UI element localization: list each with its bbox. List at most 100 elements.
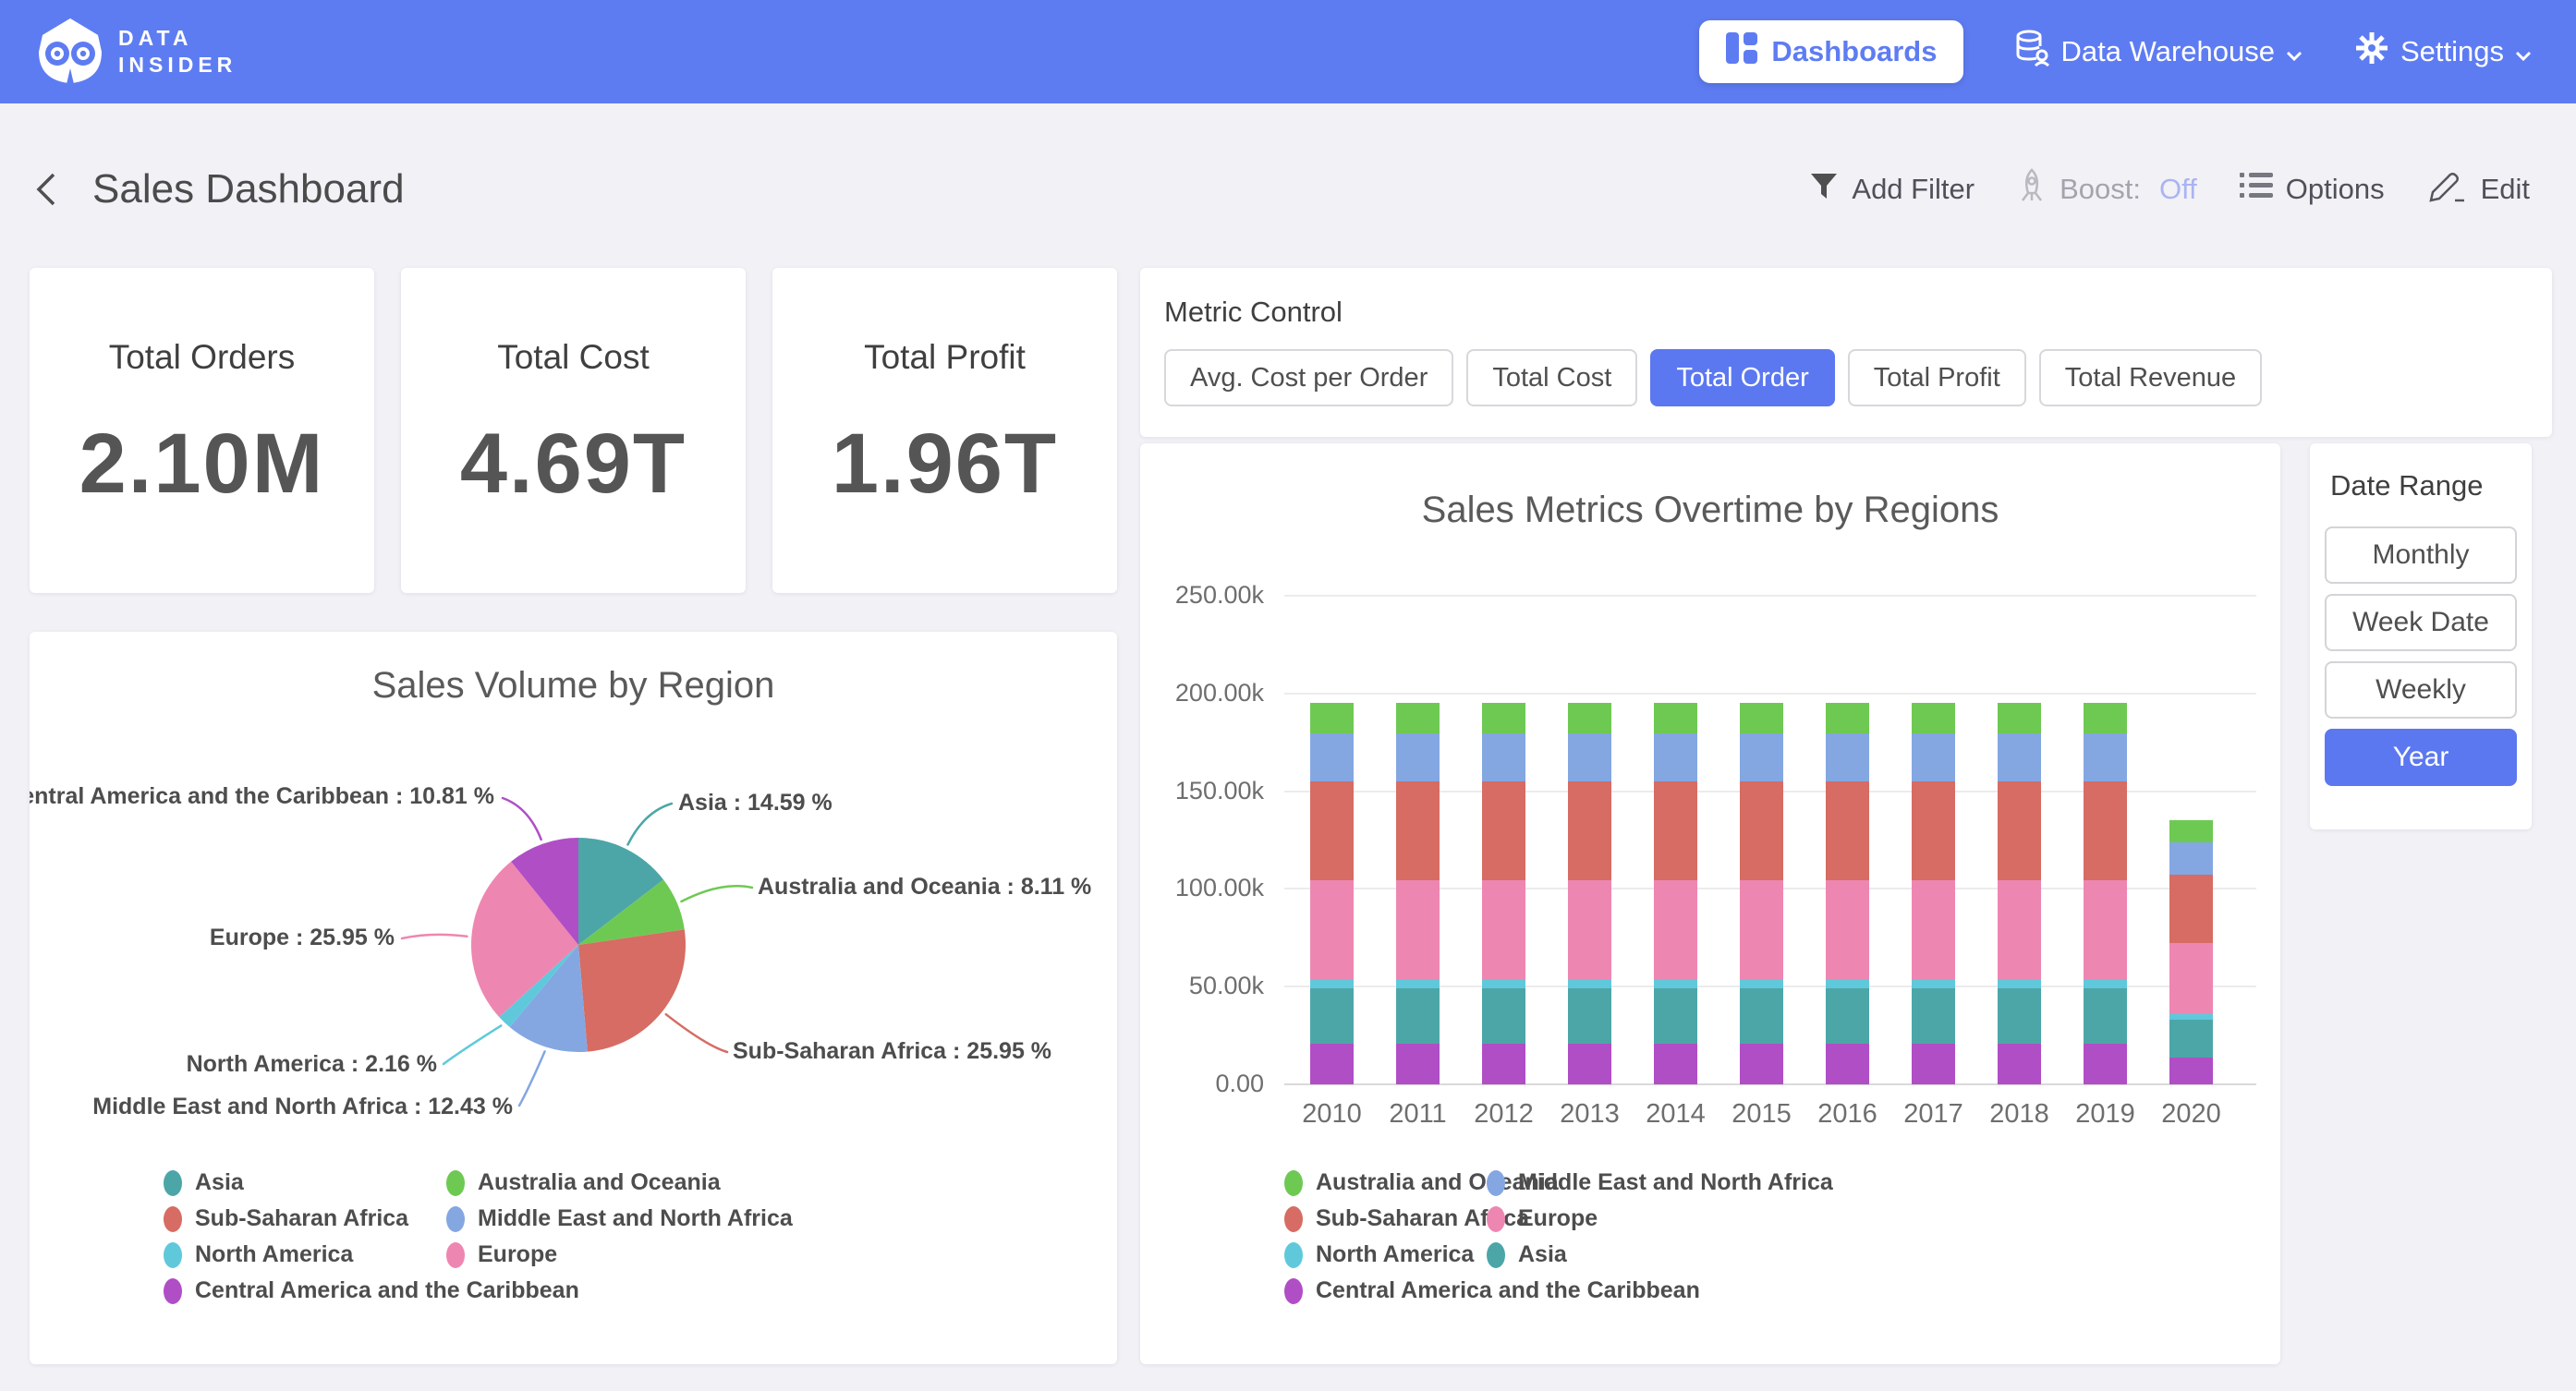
bar-segment-australia-and-oceania[interactable] [1826, 703, 1869, 734]
bar-segment-europe[interactable] [1740, 880, 1783, 980]
stacked-bar-2012[interactable] [1482, 703, 1525, 1084]
nav-item-dashboards[interactable]: Dashboards [1699, 20, 1962, 83]
date-range-option-monthly[interactable]: Monthly [2325, 526, 2517, 584]
metric-option-total-profit[interactable]: Total Profit [1848, 349, 2026, 406]
bar-segment-europe[interactable] [1482, 880, 1525, 980]
legend-item-asia[interactable]: Asia [1487, 1237, 1833, 1273]
legend-item-australia-and-oceania[interactable]: Australia and Oceania [446, 1165, 793, 1201]
bar-segment-australia-and-oceania[interactable] [1740, 703, 1783, 734]
bar-segment-australia-and-oceania[interactable] [1998, 703, 2041, 734]
bar-segment-australia-and-oceania[interactable] [1396, 703, 1440, 734]
bar-segment-europe[interactable] [2169, 943, 2213, 1014]
bar-segment-central-america-and-the-caribbean[interactable] [1740, 1044, 1783, 1084]
bar-segment-north-america[interactable] [1654, 980, 1697, 988]
bar-segment-sub-saharan-africa[interactable] [2169, 875, 2213, 943]
bar-segment-north-america[interactable] [1310, 980, 1354, 988]
legend-item-middle-east-and-north-africa[interactable]: Middle East and North Africa [1487, 1165, 1833, 1201]
bar-segment-asia[interactable] [1912, 988, 1955, 1044]
bar-segment-asia[interactable] [1568, 988, 1611, 1044]
bar-segment-middle-east-and-north-africa[interactable] [1740, 733, 1783, 780]
bar-segment-north-america[interactable] [2084, 980, 2127, 988]
stacked-bar-2019[interactable] [2084, 703, 2127, 1084]
nav-item-data-warehouse[interactable]: Data Warehouse [2015, 30, 2303, 74]
bar-segment-north-america[interactable] [1912, 980, 1955, 988]
bar-segment-europe[interactable] [1654, 880, 1697, 980]
bar-segment-australia-and-oceania[interactable] [2084, 703, 2127, 734]
bar-segment-sub-saharan-africa[interactable] [1654, 781, 1697, 881]
bar-segment-europe[interactable] [1310, 880, 1354, 980]
bar-segment-europe[interactable] [1396, 880, 1440, 980]
back-button[interactable] [35, 171, 59, 208]
bar-segment-europe[interactable] [1568, 880, 1611, 980]
metric-option-avg-cost-per-order[interactable]: Avg. Cost per Order [1164, 349, 1453, 406]
bar-segment-central-america-and-the-caribbean[interactable] [1826, 1044, 1869, 1084]
bar-segment-central-america-and-the-caribbean[interactable] [2084, 1044, 2127, 1084]
bar-segment-middle-east-and-north-africa[interactable] [1310, 733, 1354, 780]
bar-segment-north-america[interactable] [1396, 980, 1440, 988]
legend-item-central-america-and-the-caribbean[interactable]: Central America and the Caribbean [164, 1273, 579, 1309]
bar-segment-asia[interactable] [2169, 1020, 2213, 1058]
date-range-option-weekly[interactable]: Weekly [2325, 661, 2517, 719]
stacked-bar-2010[interactable] [1310, 703, 1354, 1084]
bar-segment-asia[interactable] [1482, 988, 1525, 1044]
bar-segment-sub-saharan-africa[interactable] [1568, 781, 1611, 881]
bar-segment-north-america[interactable] [1740, 980, 1783, 988]
legend-item-middle-east-and-north-africa[interactable]: Middle East and North Africa [446, 1201, 793, 1237]
stacked-bar-2018[interactable] [1998, 703, 2041, 1084]
metric-option-total-cost[interactable]: Total Cost [1466, 349, 1637, 406]
bar-segment-asia[interactable] [2084, 988, 2127, 1044]
pie-slice-sub-saharan-africa[interactable] [578, 929, 686, 1051]
bar-segment-sub-saharan-africa[interactable] [1998, 781, 2041, 881]
bar-segment-europe[interactable] [1998, 880, 2041, 980]
bar-segment-sub-saharan-africa[interactable] [1912, 781, 1955, 881]
bar-segment-asia[interactable] [1998, 988, 2041, 1044]
bar-segment-sub-saharan-africa[interactable] [1396, 781, 1440, 881]
bar-segment-australia-and-oceania[interactable] [1568, 703, 1611, 734]
boost-toggle[interactable]: Boost: Off [2017, 168, 2197, 211]
bar-segment-australia-and-oceania[interactable] [2169, 820, 2213, 842]
stacked-bar-2014[interactable] [1654, 703, 1697, 1084]
add-filter-button[interactable]: Add Filter [1809, 171, 1975, 208]
bar-segment-central-america-and-the-caribbean[interactable] [1998, 1044, 2041, 1084]
bar-segment-middle-east-and-north-africa[interactable] [1912, 733, 1955, 780]
bar-segment-australia-and-oceania[interactable] [1482, 703, 1525, 734]
bar-segment-asia[interactable] [1654, 988, 1697, 1044]
bar-segment-middle-east-and-north-africa[interactable] [1826, 733, 1869, 780]
options-button[interactable]: Options [2240, 172, 2385, 207]
bar-segment-middle-east-and-north-africa[interactable] [1654, 733, 1697, 780]
date-range-option-week-date[interactable]: Week Date [2325, 594, 2517, 651]
stacked-bar-2015[interactable] [1740, 703, 1783, 1084]
stacked-bar-2011[interactable] [1396, 703, 1440, 1084]
date-range-option-year[interactable]: Year [2325, 729, 2517, 786]
bar-segment-australia-and-oceania[interactable] [1310, 703, 1354, 734]
edit-button[interactable]: Edit [2427, 168, 2530, 211]
bar-segment-asia[interactable] [1826, 988, 1869, 1044]
bar-segment-central-america-and-the-caribbean[interactable] [1654, 1044, 1697, 1084]
bar-segment-australia-and-oceania[interactable] [1912, 703, 1955, 734]
bar-segment-middle-east-and-north-africa[interactable] [1396, 733, 1440, 780]
nav-item-settings[interactable]: Settings [2354, 30, 2532, 73]
stacked-bar-2013[interactable] [1568, 703, 1611, 1084]
bar-segment-middle-east-and-north-africa[interactable] [1998, 733, 2041, 780]
legend-item-central-america-and-the-caribbean[interactable]: Central America and the Caribbean [1284, 1273, 1700, 1309]
stacked-bar-2016[interactable] [1826, 703, 1869, 1084]
bar-segment-europe[interactable] [2084, 880, 2127, 980]
bar-segment-europe[interactable] [1912, 880, 1955, 980]
metric-option-total-revenue[interactable]: Total Revenue [2039, 349, 2262, 406]
bar-segment-europe[interactable] [1826, 880, 1869, 980]
bar-segment-central-america-and-the-caribbean[interactable] [1912, 1044, 1955, 1084]
bar-segment-sub-saharan-africa[interactable] [1482, 781, 1525, 881]
bar-segment-central-america-and-the-caribbean[interactable] [2169, 1058, 2213, 1084]
bar-segment-north-america[interactable] [1826, 980, 1869, 988]
bar-segment-asia[interactable] [1740, 988, 1783, 1044]
bar-segment-middle-east-and-north-africa[interactable] [1568, 733, 1611, 780]
bar-segment-middle-east-and-north-africa[interactable] [2084, 733, 2127, 780]
bar-segment-middle-east-and-north-africa[interactable] [1482, 733, 1525, 780]
legend-item-europe[interactable]: Europe [446, 1237, 793, 1273]
bar-segment-asia[interactable] [1396, 988, 1440, 1044]
bar-segment-central-america-and-the-caribbean[interactable] [1482, 1044, 1525, 1084]
bar-segment-sub-saharan-africa[interactable] [2084, 781, 2127, 881]
bar-segment-middle-east-and-north-africa[interactable] [2169, 842, 2213, 875]
legend-item-europe[interactable]: Europe [1487, 1201, 1833, 1237]
bar-segment-asia[interactable] [1310, 988, 1354, 1044]
